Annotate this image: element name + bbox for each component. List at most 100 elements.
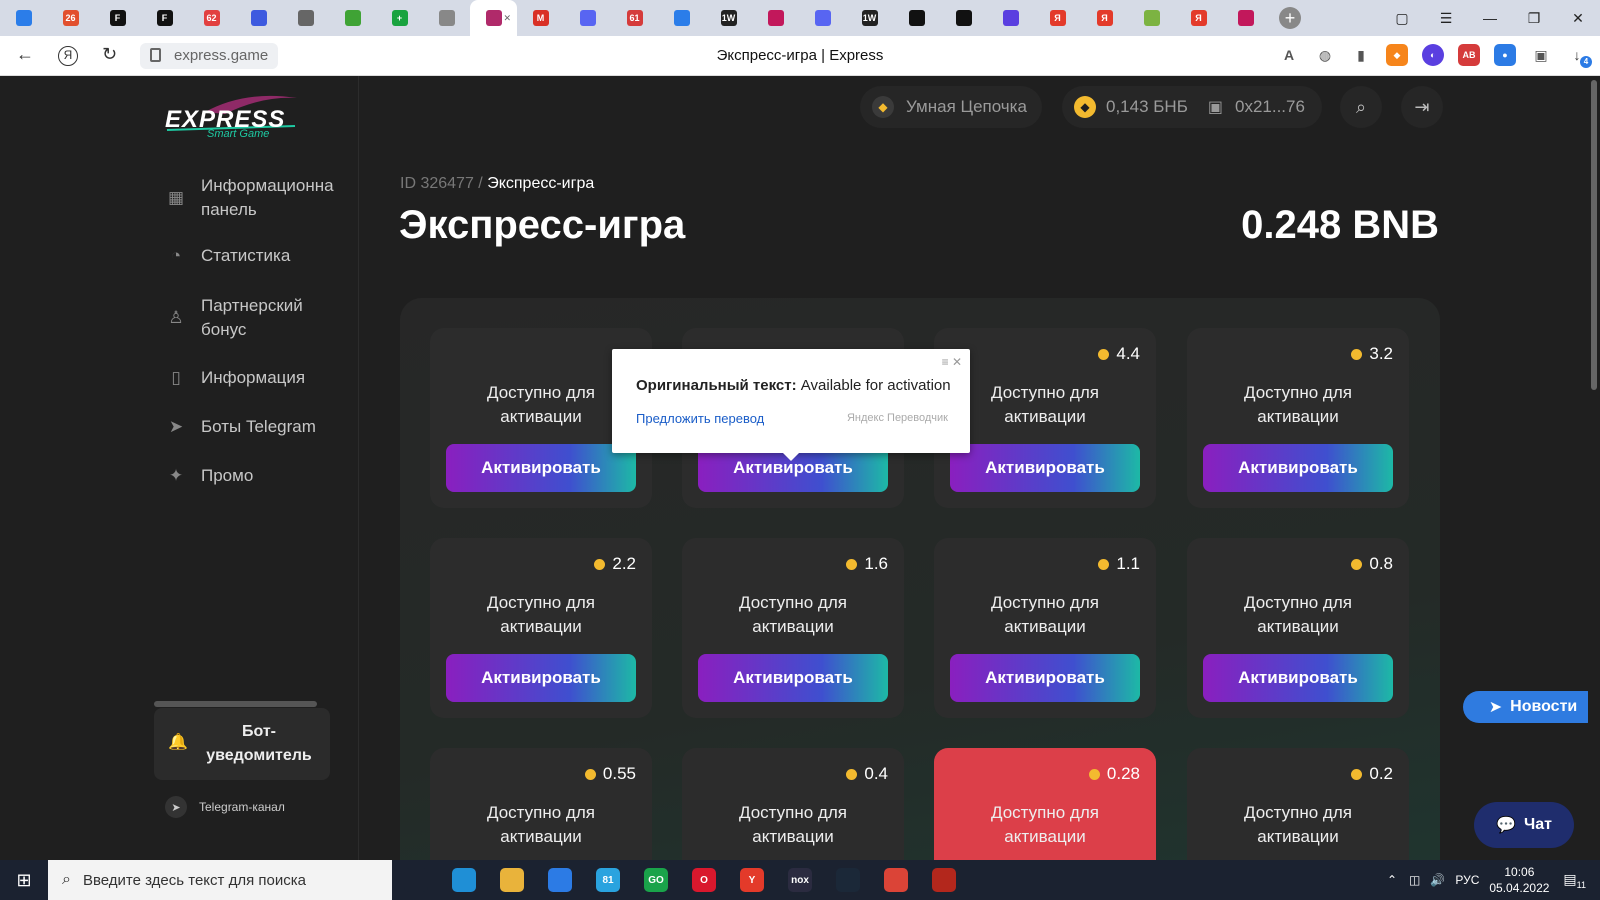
level-status: Доступно для активации [682,801,904,849]
browser-tab[interactable]: F [94,0,141,36]
browser-tab[interactable] [752,0,799,36]
language-indicator[interactable]: РУС [1455,873,1479,887]
browser-tab[interactable]: 1W [705,0,752,36]
breadcrumb-id[interactable]: ID 326477 [400,175,474,192]
network-icon[interactable]: ◫ [1409,873,1420,887]
taskbar-search[interactable]: ⌕ Введите здесь текст для поиска [48,860,392,900]
level-status: Доступно для активации [1187,381,1409,429]
collections-icon[interactable]: ▢ [1380,10,1424,27]
chat-button[interactable]: 💬 Чат [1474,802,1574,848]
taskbar-app[interactable]: nox [776,860,824,900]
sidebar-item-1[interactable]: ◔ Статистика [165,244,290,268]
sidebar-item-2[interactable]: ♙ Партнерский бонус [165,294,341,342]
activate-button[interactable]: Активировать [1203,444,1393,492]
sidebar-item-3[interactable]: ▯ Информация [165,366,305,390]
bookmark-icon[interactable]: ▮ [1350,44,1372,66]
browser-tab[interactable] [893,0,940,36]
chat-bubble-icon: 💬 [1496,817,1516,834]
chain-selector[interactable]: ◆ Умная Цепочка [860,86,1042,128]
metamask-icon[interactable]: ◆ [1386,44,1408,66]
browser-tab[interactable]: Я [1081,0,1128,36]
taskbar-app[interactable] [536,860,584,900]
browser-tab[interactable] [235,0,282,36]
new-tab-button[interactable]: + [1279,7,1301,29]
browser-tab[interactable]: ✕ [470,0,517,36]
restore-button[interactable]: ❐ [1512,10,1556,27]
notifications-icon[interactable]: ▤11 [1563,871,1586,890]
search-button[interactable]: ⌕ [1340,86,1382,128]
app-icon [908,10,925,26]
popup-controls[interactable]: ≡ ✕ [942,355,962,369]
browser-tab[interactable] [282,0,329,36]
account-icon[interactable]: ● [1494,44,1516,66]
menu-icon[interactable]: ☰ [1424,10,1468,27]
news-button[interactable]: ➤ Новости [1463,691,1600,723]
taskbar-app[interactable]: GO [632,860,680,900]
browser-tab[interactable]: 26 [47,0,94,36]
close-window-button[interactable]: ✕ [1556,10,1600,27]
level-amount: 0.55 [602,764,636,783]
clock[interactable]: 10:06 05.04.2022 [1489,864,1549,896]
browser-tab[interactable] [987,0,1034,36]
taskbar-app[interactable] [392,860,440,900]
taskbar-app[interactable] [920,860,968,900]
close-tab-icon[interactable]: ✕ [503,13,511,24]
browser-tab[interactable] [658,0,705,36]
browser-tab[interactable] [564,0,611,36]
browser-tab[interactable] [799,0,846,36]
browser-tab[interactable] [1128,0,1175,36]
browser-tab[interactable] [1222,0,1269,36]
browser-tab[interactable] [940,0,987,36]
translate-icon[interactable]: A [1278,44,1300,66]
address-bar: ← Я ↻ express.game Экспресс-игра | Expre… [0,36,1600,76]
taskbar-app[interactable] [824,860,872,900]
taskbar-app[interactable] [488,860,536,900]
activate-button[interactable]: Активировать [446,654,636,702]
scrollbar-thumb[interactable] [1591,80,1597,390]
taskbar-app[interactable]: O [680,860,728,900]
tray-chevron-icon[interactable]: ⌃ [1387,873,1397,887]
sidebar-item-4[interactable]: ➤ Боты Telegram [165,415,316,439]
app-icon: 26 [62,10,79,26]
activate-button[interactable]: Активировать [950,654,1140,702]
extension-icon[interactable]: ◐ [1422,44,1444,66]
logout-icon: ⇥ [1414,96,1430,117]
browser-tab[interactable]: Я [1034,0,1081,36]
adblock-icon[interactable]: AB [1458,44,1480,66]
start-button[interactable]: ⊞ [0,860,48,900]
volume-icon[interactable]: 🔊 [1430,873,1445,887]
browser-tab[interactable]: 62 [188,0,235,36]
activate-button[interactable]: Активировать [698,654,888,702]
page-scrollbar[interactable] [1588,76,1600,860]
activate-button[interactable]: Активировать [1203,654,1393,702]
collections-icon[interactable]: ▣ [1530,44,1552,66]
browser-tab[interactable] [0,0,47,36]
minimize-button[interactable]: — [1468,10,1512,26]
activate-button[interactable]: Активировать [950,444,1140,492]
wallet-pill[interactable]: ◆ 0,143 БНБ ▣ 0x21...76 [1062,86,1322,128]
browser-tab[interactable]: 1W [846,0,893,36]
bot-notifier-button[interactable]: 🔔 Бот-уведомитель [154,701,330,780]
protect-icon[interactable]: ◍ [1314,44,1336,66]
browser-tab[interactable] [423,0,470,36]
browser-tab[interactable]: 61 [611,0,658,36]
browser-tab[interactable] [329,0,376,36]
downloads-icon[interactable]: ↓ 4 [1566,44,1592,68]
browser-tab[interactable]: + [376,0,423,36]
taskbar-app[interactable]: 81 [584,860,632,900]
level-card: 0.4 Доступно для активации [682,748,904,860]
activate-button[interactable]: Активировать [446,444,636,492]
suggest-translation-link[interactable]: Предложить перевод [636,411,764,426]
logout-button[interactable]: ⇥ [1401,86,1443,128]
sidebar-item-5[interactable]: ✦ Промо [165,464,253,488]
app-icon [1237,10,1254,26]
taskbar-app[interactable] [872,860,920,900]
taskbar-app[interactable]: Y [728,860,776,900]
browser-tab[interactable]: F [141,0,188,36]
express-logo[interactable]: EXPRESS Smart Game [165,90,305,140]
sidebar-item-0[interactable]: ▦ Информационна панель [165,174,341,222]
taskbar-app[interactable] [440,860,488,900]
browser-tab[interactable]: M [517,0,564,36]
browser-tab[interactable]: Я [1175,0,1222,36]
telegram-channel-link[interactable]: ➤ Telegram-канал [165,796,285,818]
